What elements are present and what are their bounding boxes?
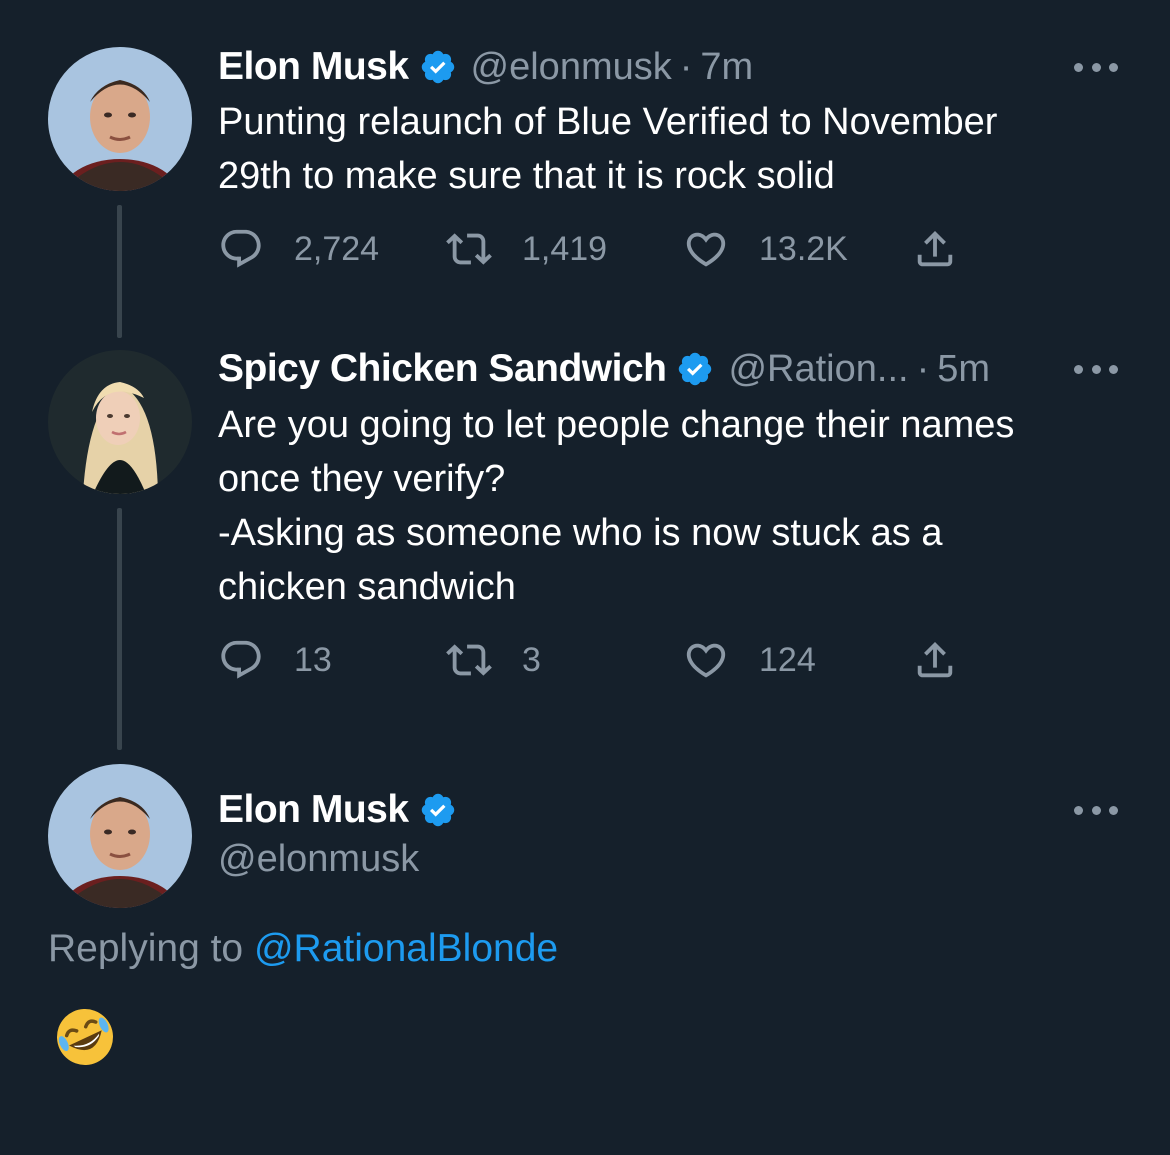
tweet-header: Elon Musk bbox=[218, 785, 471, 835]
separator: · bbox=[916, 347, 930, 390]
retweet-count: 1,419 bbox=[522, 229, 608, 268]
verified-badge-icon bbox=[419, 48, 457, 86]
retweet-button[interactable]: 1,419 bbox=[446, 224, 607, 274]
thread-connector-1 bbox=[117, 205, 122, 338]
tweet-actions: 2,724 1,419 13.2K bbox=[218, 224, 978, 274]
tweet-text: Are you going to let people change their… bbox=[218, 404, 1015, 608]
like-count: 13.2K bbox=[759, 229, 848, 268]
tweet-header: Spicy Chicken Sandwich @Ration... · 5m bbox=[218, 344, 990, 394]
timestamp[interactable]: 5m bbox=[937, 348, 990, 391]
replying-prefix: Replying to bbox=[48, 927, 244, 970]
avatar[interactable] bbox=[48, 350, 192, 494]
retweet-count: 3 bbox=[522, 640, 541, 679]
share-icon bbox=[917, 230, 953, 267]
reply-icon bbox=[221, 229, 261, 268]
timestamp[interactable]: 7m bbox=[700, 46, 753, 89]
verified-badge-icon bbox=[419, 791, 457, 829]
reply-mention-link[interactable]: @RationalBlonde bbox=[254, 927, 558, 970]
verified-badge-icon bbox=[676, 350, 714, 388]
handle[interactable]: @elonmusk bbox=[471, 46, 672, 89]
rolling-on-the-floor-laughing-icon bbox=[52, 1004, 118, 1070]
share-button[interactable] bbox=[912, 635, 958, 685]
thread-connector-2 bbox=[117, 508, 122, 750]
more-options-icon[interactable] bbox=[1074, 362, 1118, 376]
separator: · bbox=[679, 45, 693, 88]
tweet-actions: 13 3 124 bbox=[218, 635, 978, 685]
handle[interactable]: @Ration... bbox=[728, 348, 908, 391]
reply-count: 13 bbox=[294, 640, 332, 679]
reply-button[interactable]: 13 bbox=[218, 635, 332, 685]
like-count: 124 bbox=[759, 640, 816, 679]
retweet-button[interactable]: 3 bbox=[446, 635, 541, 685]
reply-button[interactable]: 2,724 bbox=[218, 224, 379, 274]
retweet-icon bbox=[446, 644, 492, 676]
display-name[interactable]: Elon Musk bbox=[218, 45, 409, 89]
more-options-icon[interactable] bbox=[1074, 803, 1118, 817]
avatar[interactable] bbox=[48, 764, 192, 908]
share-button[interactable] bbox=[912, 224, 958, 274]
avatar[interactable] bbox=[48, 47, 192, 191]
tweet-header: Elon Musk @elonmusk · 7m bbox=[218, 42, 753, 92]
display-name[interactable]: Elon Musk bbox=[218, 788, 409, 832]
handle[interactable]: @elonmusk bbox=[218, 838, 419, 881]
display-name[interactable]: Spicy Chicken Sandwich bbox=[218, 347, 667, 391]
reply-icon bbox=[221, 640, 261, 679]
like-button[interactable]: 124 bbox=[683, 635, 816, 685]
like-heart-icon bbox=[686, 232, 726, 267]
like-button[interactable]: 13.2K bbox=[683, 224, 848, 274]
share-icon bbox=[917, 641, 953, 678]
retweet-icon bbox=[446, 233, 492, 265]
more-options-icon[interactable] bbox=[1074, 60, 1118, 74]
reply-count: 2,724 bbox=[294, 229, 380, 268]
tweet-text: Punting relaunch of Blue Verified to Nov… bbox=[218, 101, 998, 197]
like-heart-icon bbox=[686, 643, 726, 678]
replying-to: Replying to @RationalBlonde bbox=[48, 927, 558, 971]
